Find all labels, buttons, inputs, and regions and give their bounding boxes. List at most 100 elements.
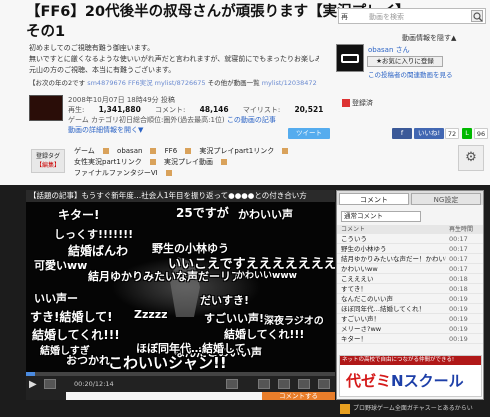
settings-icon[interactable] xyxy=(298,379,310,389)
comment-time: 00:17 xyxy=(449,265,468,273)
overlay-comment: すき!結婚して! xyxy=(30,310,113,324)
article-link[interactable]: この動画の記事 xyxy=(227,116,276,124)
overlay-comment: Zzzzz xyxy=(134,308,168,321)
seek-bar[interactable] xyxy=(26,372,335,376)
comment-time: 00:19 xyxy=(449,335,468,343)
tag-item[interactable]: obasan xyxy=(117,147,157,155)
tab-comments[interactable]: コメント xyxy=(339,193,409,205)
dictionary-icon[interactable] xyxy=(149,159,156,165)
tag-item[interactable]: 実況プレイpart1リンク xyxy=(199,147,289,155)
mylist-label: マイリスト: xyxy=(242,106,281,114)
bookmark-icon xyxy=(342,99,350,107)
overlay-comment: かわいいwww xyxy=(236,271,297,281)
owner-videos-link[interactable]: この投稿者の関連動画を見る xyxy=(368,69,453,79)
play-icon[interactable]: ▶ xyxy=(29,379,41,391)
ref-link[interactable]: FF6実況 xyxy=(128,79,153,87)
dictionary-icon[interactable] xyxy=(150,148,157,154)
gear-icon[interactable]: ⚙ xyxy=(458,145,484,171)
video-screen[interactable]: 25ですが キター! かわいい声 しっくす!!!!!!! 結婚ばんわ 野生の小林… xyxy=(26,202,335,372)
tweet-button[interactable]: ツイート xyxy=(288,128,330,139)
views-label: 再生: xyxy=(68,106,85,114)
owner-card: obasan さん ★お気に入りに登録 この投稿者の関連動画を見る xyxy=(336,44,486,92)
comment-row[interactable]: なんだこのいい声 00:19 xyxy=(337,294,483,304)
tag-edit-box[interactable]: 登録タグ 【編集】 xyxy=(31,149,65,173)
comment-row[interactable]: 結月ゆかりみたいな声だー！かわいいー！00:17 xyxy=(337,254,483,264)
dictionary-icon[interactable] xyxy=(102,148,109,154)
comment-row[interactable]: キター！ 00:19 xyxy=(337,334,483,344)
dictionary-icon[interactable] xyxy=(282,148,289,154)
col-comment: コメント xyxy=(341,226,366,233)
overlay-comment: すごいい声!! xyxy=(204,312,270,325)
tag-item[interactable]: 実況プレイ動画 xyxy=(164,158,228,166)
follow-button[interactable]: ★お気に入りに登録 xyxy=(367,56,443,67)
volume-icon[interactable] xyxy=(226,379,238,389)
ref-text: その他が動画一覧 xyxy=(207,79,260,87)
video-player[interactable]: 【話題の記事】もうすぐ新年度…社会人1年目を振り返って●●●●との付き合い方 2… xyxy=(26,190,335,400)
overlay-comment: だいすき! xyxy=(200,294,250,307)
comment-text: なんだこのいい声 xyxy=(341,295,393,303)
search-type-select[interactable]: 再 xyxy=(341,12,348,22)
owner-avatar[interactable] xyxy=(336,44,364,72)
comments-count: 48,146 xyxy=(199,105,229,114)
ad-brand: 代ゼミNスクール xyxy=(346,372,464,390)
dictionary-icon[interactable] xyxy=(221,159,228,165)
comment-row[interactable]: メリーさ?ww 00:19 xyxy=(337,324,483,334)
repeat-icon[interactable] xyxy=(258,379,270,389)
comment-row[interactable]: こえええい 00:18 xyxy=(337,274,483,284)
comment-input[interactable] xyxy=(66,392,262,400)
overlay-comment: 結婚しすぎ xyxy=(40,346,90,357)
like-count: 72 xyxy=(445,128,459,139)
line-share-icon[interactable]: L xyxy=(462,128,472,139)
refs-label: 【お次の年の2です xyxy=(29,79,86,87)
search-box[interactable]: 再 動画を検索 xyxy=(338,8,486,24)
comment-text: 野生の小林ゆう xyxy=(341,245,387,253)
ref-link[interactable]: sm4879676 xyxy=(87,79,126,87)
toggle-video-info-link[interactable]: 動画情報を隠す▲ xyxy=(402,33,456,43)
owner-name[interactable]: obasan さん xyxy=(368,45,410,55)
ref-link[interactable]: mylist/8726675 xyxy=(155,79,206,87)
overlay-comment: しっくす!!!!!!! xyxy=(54,228,134,241)
comment-text: こういう xyxy=(341,235,367,243)
rewind-icon[interactable] xyxy=(44,379,56,389)
comment-time: 00:19 xyxy=(449,305,468,313)
dictionary-icon[interactable] xyxy=(165,170,172,176)
avatar-logo-icon xyxy=(341,54,359,63)
overlay-comment: 結婚してくれ!!! xyxy=(32,328,120,342)
comment-text: ほぼ同年代…結婚してくれ！ xyxy=(341,305,426,313)
ref-link[interactable]: mylist/12038472 xyxy=(262,79,317,87)
tab-ng-settings[interactable]: NG設定 xyxy=(411,193,481,205)
news-ticker[interactable]: 【話題の記事】もうすぐ新年度…社会人1年目を振り返って●●●●との付き合い方 xyxy=(26,190,335,202)
advertisement[interactable]: ネットの高校で自由につながる仲間ができる! 代ゼミNスクール xyxy=(339,355,482,397)
tag-item[interactable]: ファイナルファンタジーVI xyxy=(74,169,172,177)
comment-row[interactable]: こういう 00:17 xyxy=(337,234,483,244)
description-line: 初めましてのご視聴有難う御座います。 xyxy=(29,44,155,52)
search-input[interactable]: 動画を検索 xyxy=(369,12,404,22)
overlay-comment: 可愛いww xyxy=(34,259,88,272)
comment-row[interactable]: すごいい声！ 00:19 xyxy=(337,314,483,324)
promo-banner[interactable]: プロ野球ゲーム全面ガチャスーとあるからい xyxy=(340,402,486,416)
comment-row[interactable]: すてき！ 00:18 xyxy=(337,284,483,294)
comment-type-select[interactable]: 通常コメント xyxy=(341,211,421,222)
search-icon[interactable] xyxy=(471,10,483,22)
tag-item[interactable]: ゲーム xyxy=(74,147,109,155)
dictionary-icon[interactable] xyxy=(185,148,192,154)
description-line: 無いですとに厳くなるような使いいがれ声だと言われますが、就寝前にでもまったりお楽… xyxy=(29,55,319,63)
comment-list[interactable]: こういう00:17野生の小林ゆう00:17結月ゆかりみたいな声だー！かわいいー！… xyxy=(337,234,483,346)
comment-row[interactable]: 野生の小林ゆう 00:17 xyxy=(337,244,483,254)
bookmark-status[interactable]: 登録済 xyxy=(342,98,373,108)
comment-time: 00:17 xyxy=(449,255,468,263)
comment-toggle-icon[interactable] xyxy=(278,379,290,389)
tag-item[interactable]: FF6 xyxy=(165,147,192,155)
comment-submit-button[interactable]: コメントする xyxy=(262,392,335,400)
fullscreen-icon[interactable] xyxy=(318,379,330,389)
comment-tabs: コメント NG設定 xyxy=(337,191,483,205)
comment-text: すてき！ xyxy=(341,285,367,293)
comment-row[interactable]: かわいいww 00:17 xyxy=(337,264,483,274)
tag-item[interactable]: 女性実況part1リンク xyxy=(74,158,156,166)
like-button[interactable]: いいね! xyxy=(414,128,444,139)
comment-row[interactable]: ほぼ同年代…結婚してくれ！ 00:19 xyxy=(337,304,483,314)
tag-edit-link[interactable]: 【編集】 xyxy=(32,161,64,170)
overlay-comment: いい声ー xyxy=(34,292,78,305)
video-description: 初めましてのご視聴有難う御座います。 無いですとに厳くなるような使いいがれ声だと… xyxy=(29,43,319,76)
facebook-icon[interactable]: f xyxy=(392,128,412,139)
